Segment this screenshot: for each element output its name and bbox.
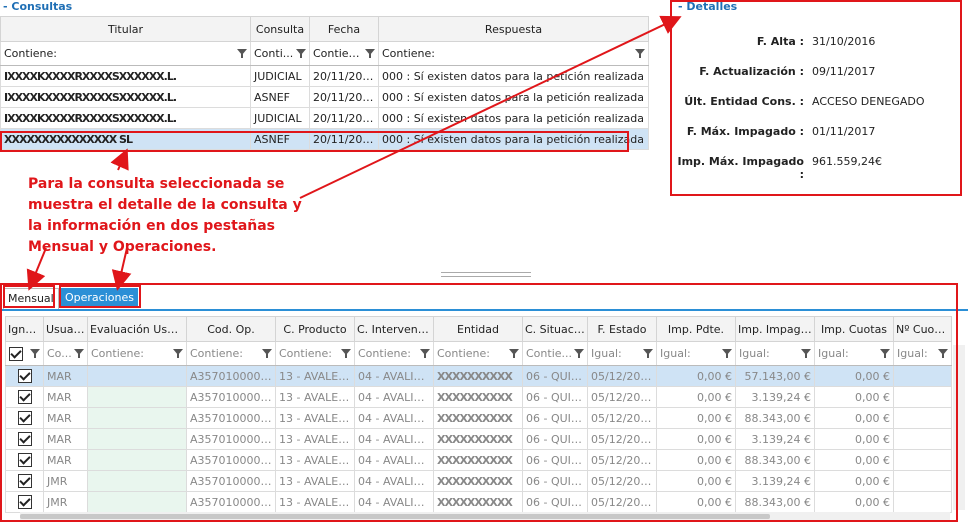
annotation-arrows	[26, 15, 682, 291]
arrow-to-operaciones	[111, 247, 132, 291]
arrow-to-row	[110, 148, 129, 171]
arrow-to-detalles	[299, 15, 682, 199]
arrow-to-mensual	[26, 247, 47, 291]
